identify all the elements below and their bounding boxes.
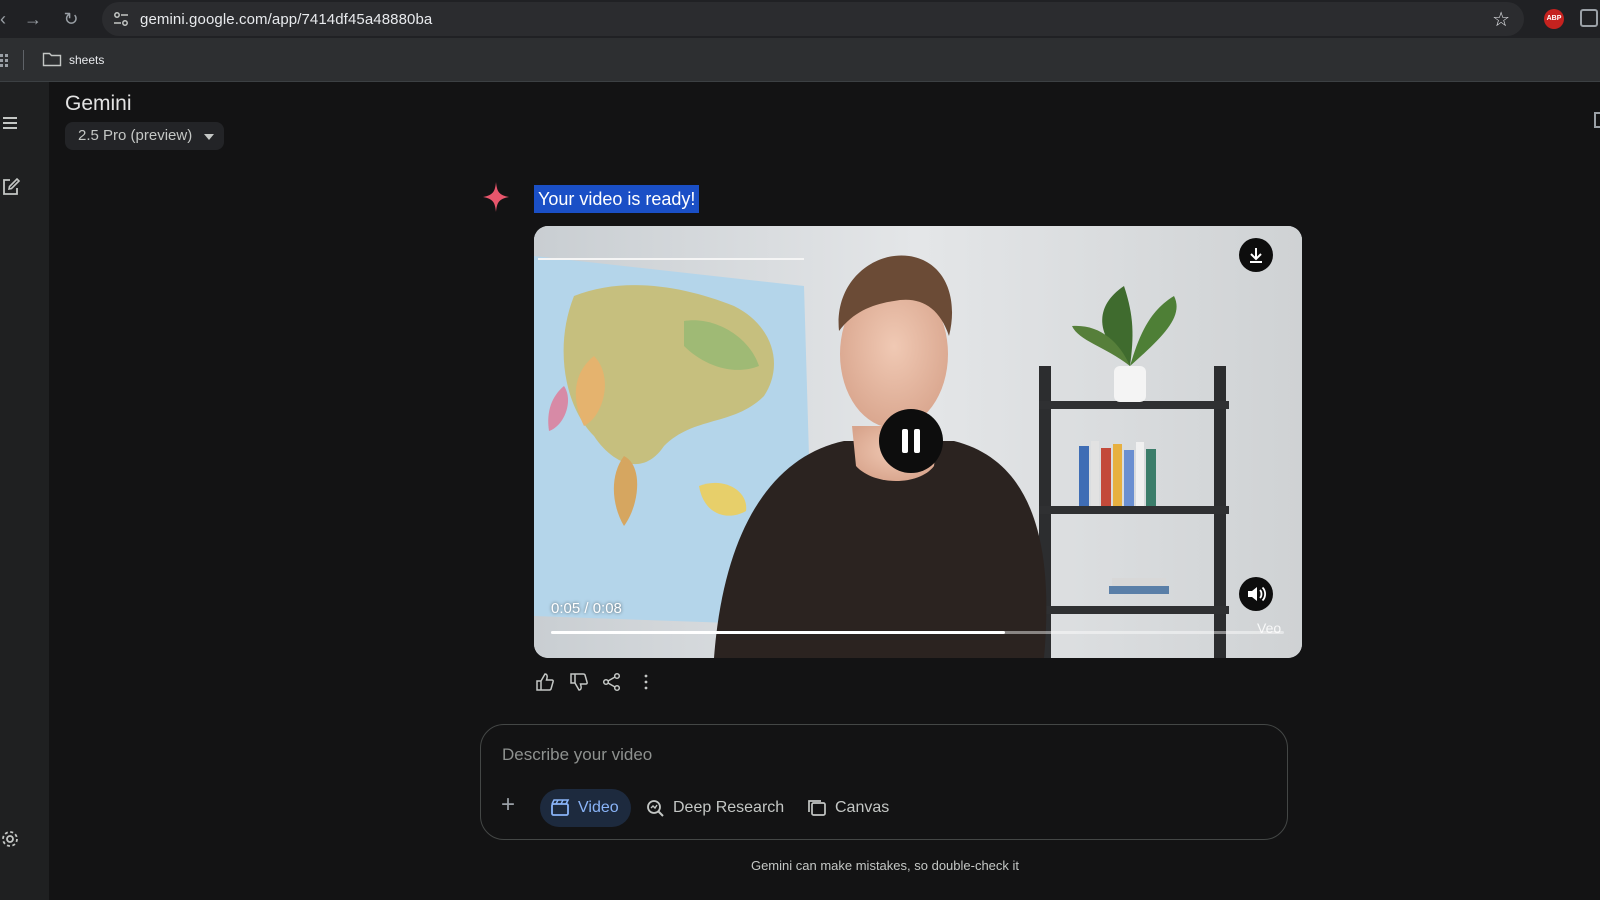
pause-button[interactable] [879, 409, 943, 473]
model-selector[interactable]: 2.5 Pro (preview) [65, 122, 225, 150]
side-rail [0, 82, 49, 900]
chat-main: Gemini 2.5 Pro (preview) Your video is r… [49, 82, 1600, 900]
pause-icon [902, 429, 920, 453]
tool-chip-deep-research[interactable]: Deep Research [635, 789, 796, 827]
site-settings-icon[interactable] [112, 10, 130, 28]
forward-icon[interactable]: → [22, 8, 44, 30]
deep-research-icon [647, 800, 664, 817]
tool-chip-video[interactable]: Video [540, 789, 631, 827]
tool-chip-canvas[interactable]: Canvas [797, 789, 901, 827]
video-player[interactable]: 0:05 / 0:08 Veo [534, 226, 1302, 658]
add-attachment-icon[interactable]: + [501, 793, 515, 817]
disclaimer-text: Gemini can make mistakes, so double-chec… [750, 858, 1020, 873]
folder-icon [42, 52, 62, 67]
video-seek-bar[interactable] [551, 631, 1284, 634]
url-text: gemini.google.com/app/7414df45a48880ba [140, 11, 433, 28]
video-clapper-icon [551, 799, 570, 816]
prompt-input[interactable]: Describe your video [502, 745, 652, 765]
reload-icon[interactable]: ↻ [60, 8, 82, 30]
new-chat-icon[interactable] [0, 176, 22, 198]
tool-chip-label: Video [578, 799, 619, 816]
browser-toolbar: ‹ → ↻ gemini.google.com/app/7414df45a488… [0, 0, 1600, 38]
adblock-extension-icon[interactable]: ABP [1544, 9, 1564, 29]
video-progress-fill [551, 631, 1006, 634]
volume-icon [1248, 586, 1267, 602]
chevron-down-icon [204, 134, 215, 140]
more-options-icon[interactable] [635, 671, 657, 693]
video-timestamp: 0:05 / 0:08 [551, 600, 622, 617]
menu-icon[interactable] [0, 112, 22, 134]
apps-grid-icon[interactable] [0, 52, 8, 68]
model-label: 2.5 Pro (preview) [78, 127, 193, 144]
settings-gear-icon[interactable] [0, 828, 22, 850]
bookmark-folder-sheets[interactable]: sheets [69, 53, 104, 67]
response-text: Your video is ready! [534, 185, 700, 213]
extensions-icon[interactable] [1580, 9, 1598, 27]
bookmarks-bar: sheets [0, 38, 1600, 82]
address-bar[interactable]: gemini.google.com/app/7414df45a48880ba ☆ [102, 2, 1524, 36]
gemini-spark-icon [483, 182, 509, 212]
share-icon[interactable] [601, 671, 623, 693]
volume-button[interactable] [1239, 577, 1273, 611]
tool-chip-label: Deep Research [673, 799, 785, 816]
bookmark-separator [23, 50, 24, 70]
download-icon [1250, 248, 1262, 263]
thumbs-up-icon[interactable] [534, 671, 556, 693]
prompt-composer[interactable]: Describe your video + Video Deep Researc… [480, 724, 1288, 840]
tool-chip-label: Canvas [835, 799, 890, 816]
canvas-icon [808, 800, 826, 816]
thumbs-down-icon[interactable] [568, 671, 590, 693]
veo-watermark: Veo [1257, 620, 1282, 636]
download-button[interactable] [1239, 238, 1273, 272]
bookmark-star-icon[interactable]: ☆ [1492, 7, 1510, 32]
delete-icon[interactable] [1594, 112, 1600, 128]
back-icon[interactable]: ‹ [0, 8, 14, 30]
app-title: Gemini [65, 92, 132, 115]
